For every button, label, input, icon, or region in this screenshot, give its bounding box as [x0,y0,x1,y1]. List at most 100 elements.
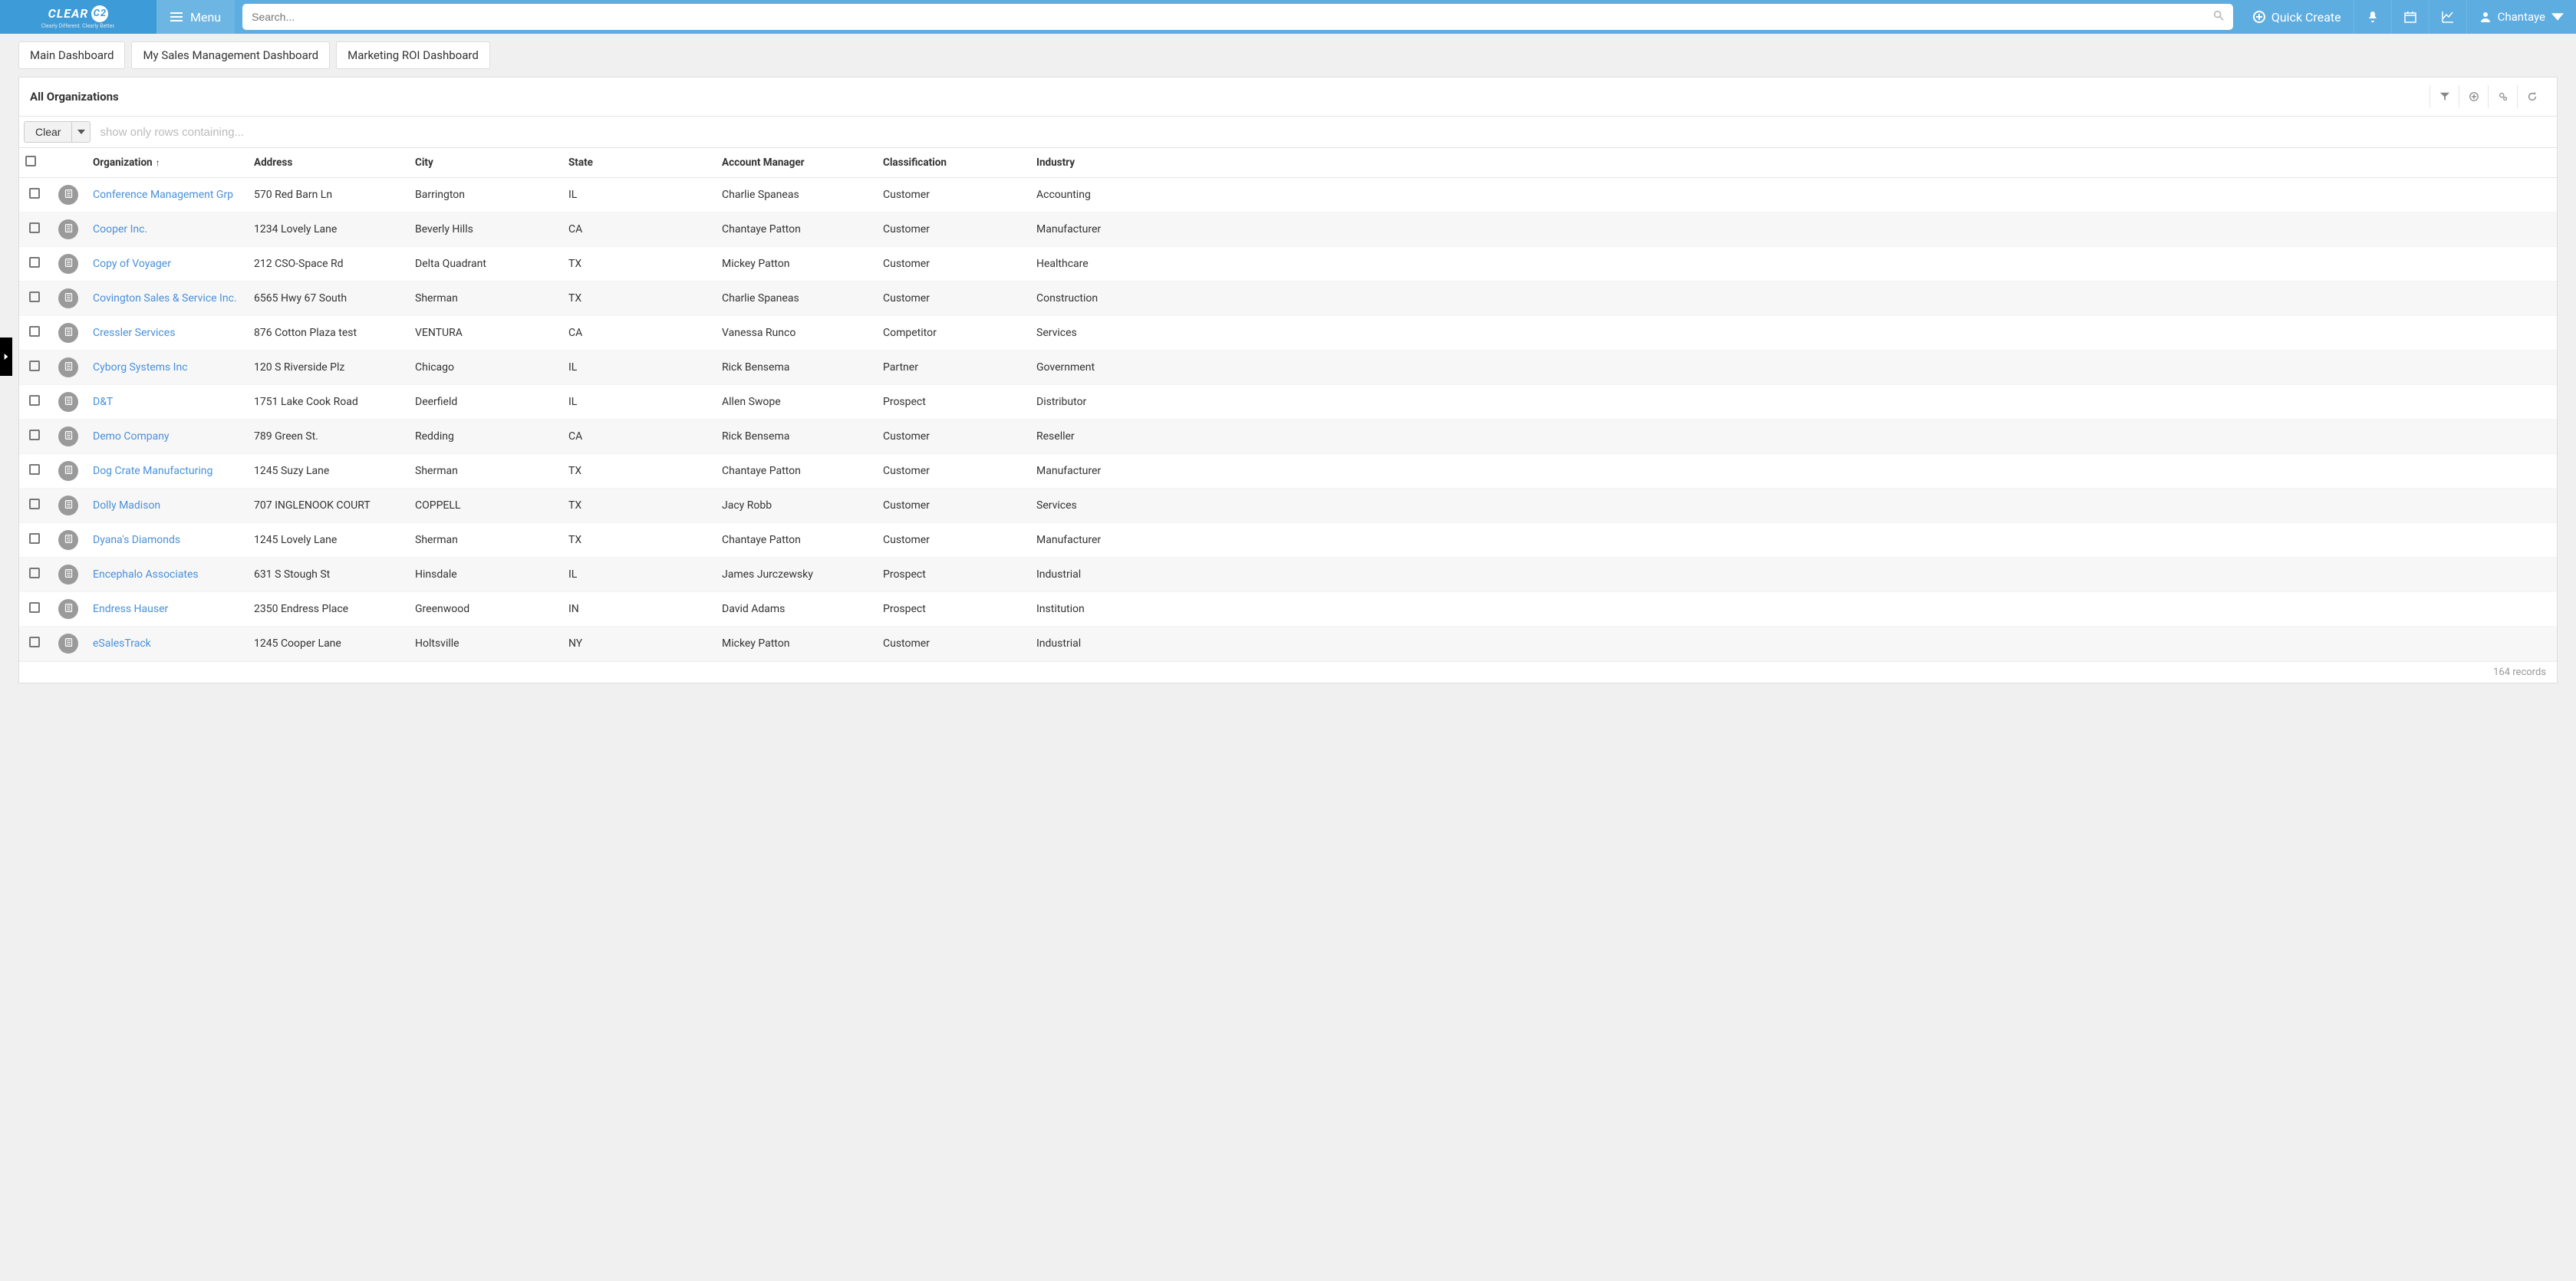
col-address[interactable]: Address [248,148,409,178]
cell-industry: Healthcare [1030,247,2557,282]
tab-marketing-dashboard[interactable]: Marketing ROI Dashboard [336,41,490,69]
dashboard-tabs: Main Dashboard My Sales Management Dashb… [0,34,2576,77]
cell-address: 2350 Endress Place [248,592,409,627]
clear-button[interactable]: Clear [24,121,72,143]
row-detail-button[interactable] [58,530,78,550]
row-detail-button[interactable] [58,426,78,446]
clear-dropdown[interactable] [72,121,91,143]
sort-asc-icon: ↑ [156,157,160,168]
row-detail-button[interactable] [58,599,78,619]
col-city[interactable]: City [409,148,562,178]
cell-industry: Manufacturer [1030,454,2557,489]
tab-main-dashboard[interactable]: Main Dashboard [18,41,125,69]
row-checkbox[interactable] [29,188,40,199]
logo-tagline: Clearly Different. Clearly Better. [41,24,116,29]
table-row: Copy of Voyager212 CSO-Space RdDelta Qua… [19,247,2557,282]
menu-label: Menu [190,10,221,25]
add-button[interactable] [2459,85,2488,108]
organization-link[interactable]: D&T [93,396,113,408]
quick-create-label: Quick Create [2271,10,2341,25]
logo[interactable]: CLEAR C2 Clearly Different. Clearly Bett… [0,0,156,34]
logo-badge: C2 [91,5,108,22]
col-state[interactable]: State [562,148,716,178]
search-input[interactable] [252,11,2213,23]
row-detail-button[interactable] [58,392,78,412]
organization-link[interactable]: Endress Hauser [93,603,168,615]
cell-address: 212 CSO-Space Rd [248,247,409,282]
organization-link[interactable]: Cooper Inc. [93,223,147,235]
organization-link[interactable]: Copy of Voyager [93,258,171,270]
row-checkbox[interactable] [29,291,40,302]
row-checkbox[interactable] [29,499,40,509]
user-menu[interactable]: Chantaye [2466,0,2576,34]
notifications-button[interactable] [2354,0,2391,34]
organization-link[interactable]: Dog Crate Manufacturing [93,465,212,477]
row-detail-button[interactable] [58,219,78,239]
organization-link[interactable]: Dyana's Diamonds [93,534,180,546]
row-detail-button[interactable] [58,461,78,481]
row-detail-button[interactable] [58,565,78,585]
organization-link[interactable]: Covington Sales & Service Inc. [93,292,237,305]
row-checkbox[interactable] [29,222,40,233]
row-checkbox[interactable] [29,430,40,440]
filter-button[interactable] [2429,85,2459,108]
row-checkbox[interactable] [29,361,40,371]
row-detail-button[interactable] [58,634,78,654]
row-detail-button[interactable] [58,496,78,515]
table-row: Dyana's Diamonds1245 Lovely LaneShermanT… [19,523,2557,558]
organization-link[interactable]: Dolly Madison [93,499,160,512]
cell-manager: Rick Bensema [716,351,877,385]
side-drawer-toggle[interactable] [0,338,12,376]
organization-link[interactable]: eSalesTrack [93,637,151,650]
row-detail-button[interactable] [58,357,78,377]
cell-manager: James Jurczewsky [716,558,877,592]
cell-classification: Partner [877,351,1030,385]
row-detail-button[interactable] [58,288,78,308]
table-row: Cooper Inc.1234 Lovely LaneBeverly Hills… [19,212,2557,247]
col-industry[interactable]: Industry [1030,148,2557,178]
refresh-icon [2527,91,2538,102]
row-checkbox[interactable] [29,395,40,406]
col-manager[interactable]: Account Manager [716,148,877,178]
cell-state: CA [562,420,716,454]
search-box[interactable] [242,4,2233,30]
reports-button[interactable] [2429,0,2466,34]
organization-link[interactable]: Demo Company [93,430,170,443]
document-icon [64,396,74,409]
cell-city: Barrington [409,178,562,212]
cell-industry: Institution [1030,592,2557,627]
organization-link[interactable]: Encephalo Associates [93,568,199,581]
row-checkbox[interactable] [29,637,40,647]
chart-icon [2442,11,2454,23]
organization-link[interactable]: Conference Management Grp [93,189,233,201]
calendar-button[interactable] [2391,0,2429,34]
header-actions: Quick Create Chantaye [2241,0,2576,34]
menu-toggle[interactable]: Menu [156,0,235,34]
row-checkbox[interactable] [29,464,40,475]
document-icon [64,603,74,616]
tab-sales-dashboard[interactable]: My Sales Management Dashboard [131,41,330,69]
refresh-button[interactable] [2517,85,2546,108]
col-organization[interactable]: Organization↑ [87,148,248,178]
organization-link[interactable]: Cyborg Systems Inc [93,361,188,374]
select-all-checkbox[interactable] [25,156,36,166]
cell-state: TX [562,247,716,282]
col-classification[interactable]: Classification [877,148,1030,178]
quick-create-button[interactable]: Quick Create [2241,0,2354,34]
search-icon[interactable] [2213,10,2224,24]
row-detail-button[interactable] [58,323,78,343]
row-checkbox[interactable] [29,326,40,337]
organization-link[interactable]: Cressler Services [93,327,175,339]
row-checkbox[interactable] [29,602,40,613]
row-checkbox[interactable] [29,533,40,544]
row-checkbox[interactable] [29,568,40,578]
row-checkbox[interactable] [29,257,40,268]
table-row: D&T1751 Lake Cook RoadDeerfieldILAllen S… [19,385,2557,420]
row-detail-button[interactable] [58,185,78,205]
settings-button[interactable] [2488,85,2517,108]
cell-address: 1751 Lake Cook Road [248,385,409,420]
organizations-panel: All Organizations Clear Organization↑ Ad… [18,77,2558,683]
row-detail-button[interactable] [58,254,78,274]
cell-city: Sherman [409,454,562,489]
filter-input[interactable] [91,117,2557,147]
